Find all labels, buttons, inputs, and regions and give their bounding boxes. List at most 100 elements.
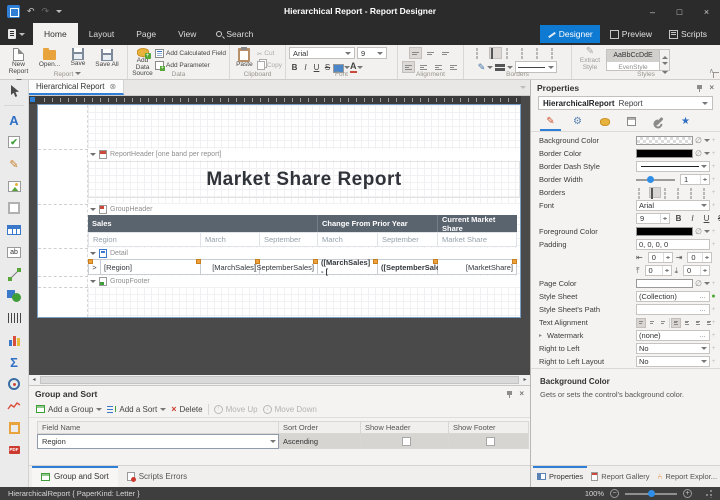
strikeout-button[interactable]: S <box>715 213 720 225</box>
close-button[interactable]: × <box>693 0 720 23</box>
character-comb-tool-icon[interactable]: ab <box>6 244 22 260</box>
property-row-right-to-left[interactable]: Right to Left No + <box>531 342 720 355</box>
group-row[interactable]: Region Ascending <box>37 434 530 449</box>
padding-top-spinner[interactable]: 0 <box>645 265 672 276</box>
column-show-footer[interactable]: Show Footer <box>449 421 529 434</box>
tab-view[interactable]: View <box>167 23 207 45</box>
styles-gallery[interactable]: AaBbCcDdE EvenStyle <box>606 49 660 71</box>
document-tab-close-icon[interactable]: ⊗ <box>109 82 116 91</box>
borders-right-button[interactable] <box>688 187 700 198</box>
property-row-watermark[interactable]: ▸ Watermark (none)… + <box>531 329 720 342</box>
property-row-border-width[interactable]: Border Width 1 + <box>531 173 720 186</box>
border-bottom-button[interactable] <box>549 47 562 59</box>
border-dash-style-combo[interactable] <box>636 161 710 172</box>
behavior-tab[interactable]: ⚙ <box>564 112 591 131</box>
align-top-button[interactable] <box>409 47 422 59</box>
preview-mode-button[interactable]: Preview <box>603 25 659 43</box>
picturebox-tool-icon[interactable] <box>6 178 22 194</box>
smart-tag-icon[interactable] <box>512 259 517 264</box>
tab-home[interactable]: Home <box>33 23 78 45</box>
minimize-button[interactable]: – <box>639 0 666 23</box>
padding-bottom-spinner[interactable]: 0 <box>683 265 710 276</box>
add-data-source-button[interactable]: Add Data Source <box>131 47 154 71</box>
move-down-button[interactable]: ↓ Move Down <box>263 405 317 414</box>
font-family-combo[interactable]: Arial <box>289 47 355 59</box>
text-align-top-button[interactable] <box>636 318 646 328</box>
border-top-button[interactable] <box>519 47 532 59</box>
band-group-footer[interactable]: GroupFooter <box>88 276 520 287</box>
data-tab[interactable] <box>591 112 618 131</box>
property-row-right-to-left-layout[interactable]: Right to Left Layout No + <box>531 355 720 368</box>
band-group-header[interactable]: GroupHeader <box>88 204 520 215</box>
tab-report-explorer[interactable]: ⑃ Report Explor... <box>654 466 720 487</box>
detail-cell-september-change[interactable]: ([SeptemberSale <box>378 259 438 275</box>
field-name-combo[interactable]: Region <box>37 434 279 449</box>
align-bottom-button[interactable] <box>439 47 452 59</box>
table-detail-row[interactable]: > [Region] [MarchSales] [SeptemberSales]… <box>88 259 517 275</box>
table-group-header-row[interactable]: Sales Change From Prior Year Current Mar… <box>88 215 517 232</box>
property-row-border-dash-style[interactable]: Border Dash Style + <box>531 160 720 173</box>
watermark-value[interactable]: (none) <box>636 330 696 341</box>
add-parameter-button[interactable]: Add Parameter <box>155 61 226 70</box>
style-sheet-path-value[interactable] <box>636 304 696 315</box>
show-footer-checkbox[interactable] <box>486 437 495 446</box>
detail-row-marker[interactable]: > <box>88 259 101 275</box>
scrollbar-thumb[interactable] <box>40 376 519 384</box>
favorites-tab[interactable]: ★ <box>672 112 699 131</box>
column-header-september-2[interactable]: September <box>378 232 438 247</box>
application-menu-button[interactable] <box>0 23 33 45</box>
column-header-region[interactable]: Region <box>88 232 201 247</box>
property-row-padding-vertical[interactable]: ⤒ 0 ⤓ 0 <box>531 264 720 277</box>
expander-icon[interactable]: ▸ <box>539 332 547 339</box>
borders-left-button[interactable] <box>662 187 674 198</box>
font-size-combo[interactable]: 9 <box>357 47 387 59</box>
no-color-icon[interactable]: ∅ <box>695 136 702 145</box>
detail-cell-march-change[interactable]: ([MarchSales] - [ <box>318 259 378 275</box>
move-up-button[interactable]: ↑ Move Up <box>214 405 258 414</box>
save-all-button[interactable]: Save All <box>92 47 122 71</box>
new-report-button[interactable]: New Report <box>3 47 34 71</box>
zoom-in-icon[interactable]: + <box>683 489 692 498</box>
column-sort-order[interactable]: Sort Order <box>279 421 361 434</box>
text-align-center-button[interactable] <box>682 318 692 328</box>
border-none-button[interactable] <box>474 47 487 59</box>
align-middle-button[interactable] <box>424 47 437 59</box>
style-preview[interactable]: AaBbCcDdE <box>607 50 659 62</box>
close-panel-icon[interactable]: × <box>709 84 714 92</box>
collapse-ribbon-icon[interactable]: ∧ <box>709 67 714 75</box>
gallery-up-icon[interactable] <box>662 53 668 59</box>
font-size-spinner[interactable]: 9 <box>636 213 670 224</box>
pin-icon[interactable] <box>507 390 512 398</box>
sparkline-tool-icon[interactable] <box>6 398 22 414</box>
dock-tab-group-and-sort[interactable]: Group and Sort <box>32 466 118 487</box>
page-break-tool-icon[interactable] <box>6 420 22 436</box>
design-surface[interactable]: ReportHeader [one band per report] Marke… <box>29 96 530 385</box>
zoom-out-icon[interactable]: − <box>610 489 619 498</box>
band-collapse-icon[interactable] <box>90 208 96 214</box>
styles-gallery-scroll[interactable] <box>660 49 670 71</box>
cut-button[interactable]: ✂ Cut <box>257 49 282 58</box>
no-color-icon[interactable]: ∅ <box>695 227 702 236</box>
shape-tool-icon[interactable] <box>6 288 22 304</box>
header-cell-sales[interactable]: Sales <box>88 215 318 232</box>
open-button[interactable]: Open... <box>35 47 64 71</box>
designer-mode-button[interactable]: Designer <box>540 25 600 43</box>
tab-properties[interactable]: Properties <box>533 466 587 487</box>
design-grid[interactable]: ReportHeader [one band per report] Marke… <box>88 105 520 317</box>
property-row-padding-horizontal[interactable]: ⇤ 0 ⇥ 0 <box>531 251 720 264</box>
zoom-slider[interactable] <box>625 493 677 495</box>
sort-order-cell[interactable]: Ascending <box>279 434 361 449</box>
borders-all-button[interactable] <box>649 187 661 198</box>
pdf-content-tool-icon[interactable]: PDF <box>6 442 22 458</box>
scroll-left-icon[interactable]: ◂ <box>29 375 39 385</box>
close-panel-icon[interactable]: × <box>519 390 524 398</box>
scripts-mode-button[interactable]: Scripts <box>662 25 714 43</box>
bold-button[interactable]: B <box>673 213 684 225</box>
ribbon-search[interactable]: Search <box>207 29 262 39</box>
horizontal-scrollbar[interactable]: ◂ ▸ <box>29 375 530 385</box>
show-footer-cell[interactable] <box>449 434 529 449</box>
save-button[interactable]: Save <box>65 47 91 71</box>
column-show-header[interactable]: Show Header <box>361 421 449 434</box>
header-cell-current-share[interactable]: Current Market Share <box>438 215 517 232</box>
add-calculated-field-button[interactable]: Add Calculated Field <box>155 49 226 58</box>
